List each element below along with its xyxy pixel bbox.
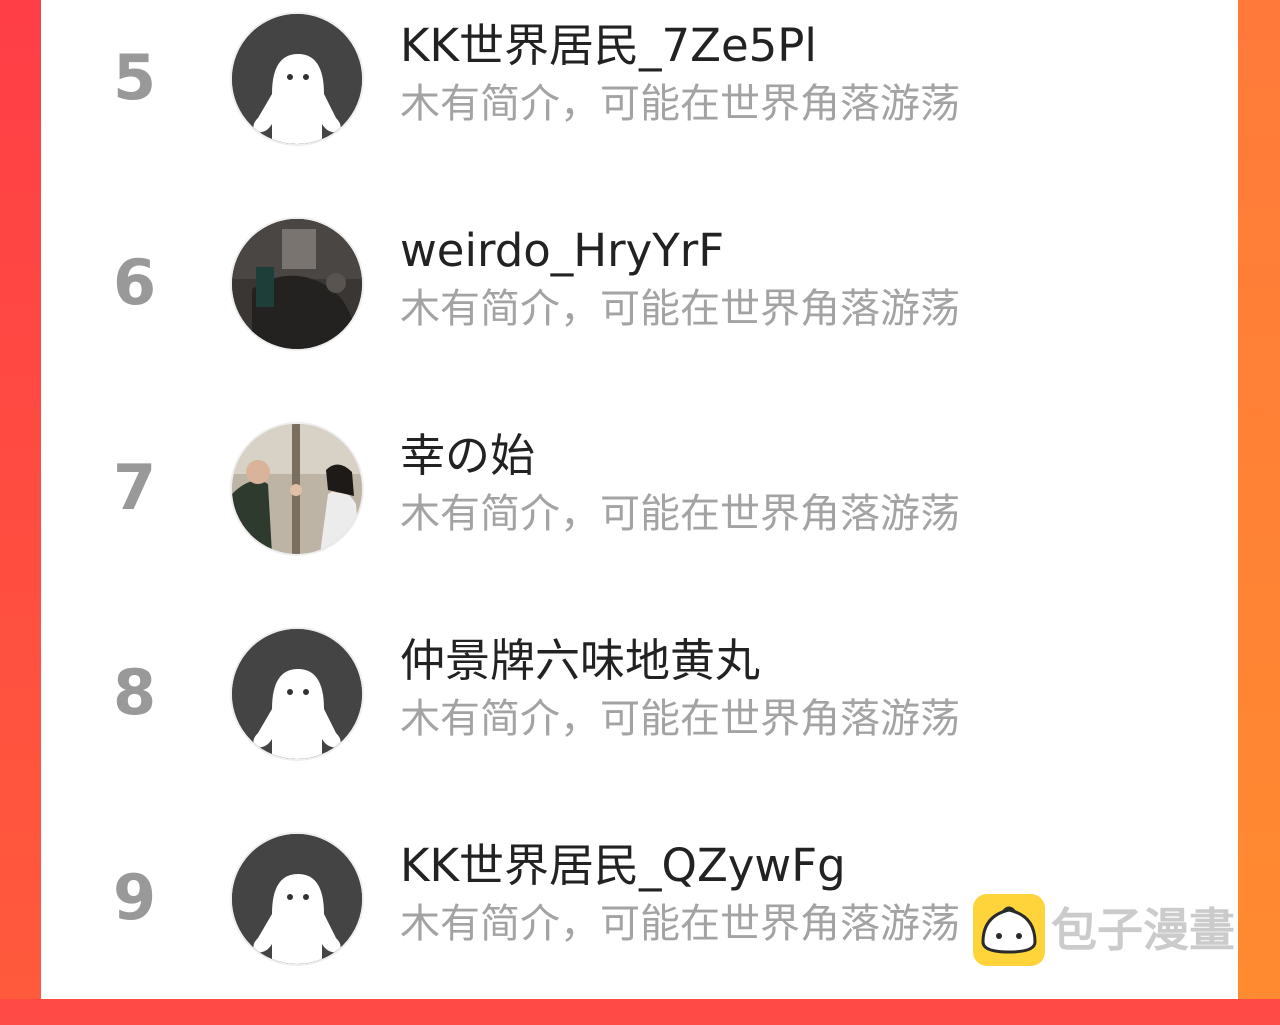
user-bio: 木有简介，可能在世界角落游荡 <box>400 696 960 742</box>
default-avatar-icon[interactable] <box>230 832 364 966</box>
username[interactable]: 幸の始 <box>400 426 535 486</box>
user-bio: 木有简介，可能在世界角落游荡 <box>400 286 960 332</box>
username[interactable]: 仲景牌六味地黄丸 <box>400 631 760 691</box>
right-gradient-border <box>1238 0 1280 999</box>
list-item[interactable]: 5 KK世界居民_7Ze5Pl 木有简介，可能在世界角落游荡 <box>41 0 1238 205</box>
rank-number: 8 <box>113 656 157 729</box>
user-bio: 木有简介，可能在世界角落游荡 <box>400 81 960 127</box>
rank-number: 5 <box>113 41 157 114</box>
left-gradient-border <box>0 0 41 999</box>
list-item[interactable]: 7 幸の始 木有简介，可能在世界角落游荡 <box>41 410 1238 615</box>
photo-avatar[interactable] <box>230 217 364 351</box>
watermark-logo: 包子漫畫 <box>973 894 1263 966</box>
bun-mascot-icon <box>973 894 1045 966</box>
ranking-list-panel: 5 KK世界居民_7Ze5Pl 木有简介，可能在世界角落游荡 6 weirdo_… <box>41 0 1238 999</box>
default-avatar-icon[interactable] <box>230 627 364 761</box>
default-avatar-icon[interactable] <box>230 12 364 146</box>
list-item[interactable]: 8 仲景牌六味地黄丸 木有简介，可能在世界角落游荡 <box>41 615 1238 820</box>
username[interactable]: weirdo_HryYrF <box>400 221 724 281</box>
user-bio: 木有简介，可能在世界角落游荡 <box>400 901 960 947</box>
user-bio: 木有简介，可能在世界角落游荡 <box>400 491 960 537</box>
username[interactable]: KK世界居民_QZywFg <box>400 836 846 896</box>
watermark-text: 包子漫畫 <box>1051 903 1235 957</box>
rank-number: 7 <box>113 451 157 524</box>
rank-number: 9 <box>113 861 157 934</box>
photo-avatar[interactable] <box>230 422 364 556</box>
username[interactable]: KK世界居民_7Ze5Pl <box>400 16 817 76</box>
list-item[interactable]: 6 weirdo_HryYrF 木有简介，可能在世界角落游荡 <box>41 205 1238 410</box>
rank-number: 6 <box>113 246 157 319</box>
